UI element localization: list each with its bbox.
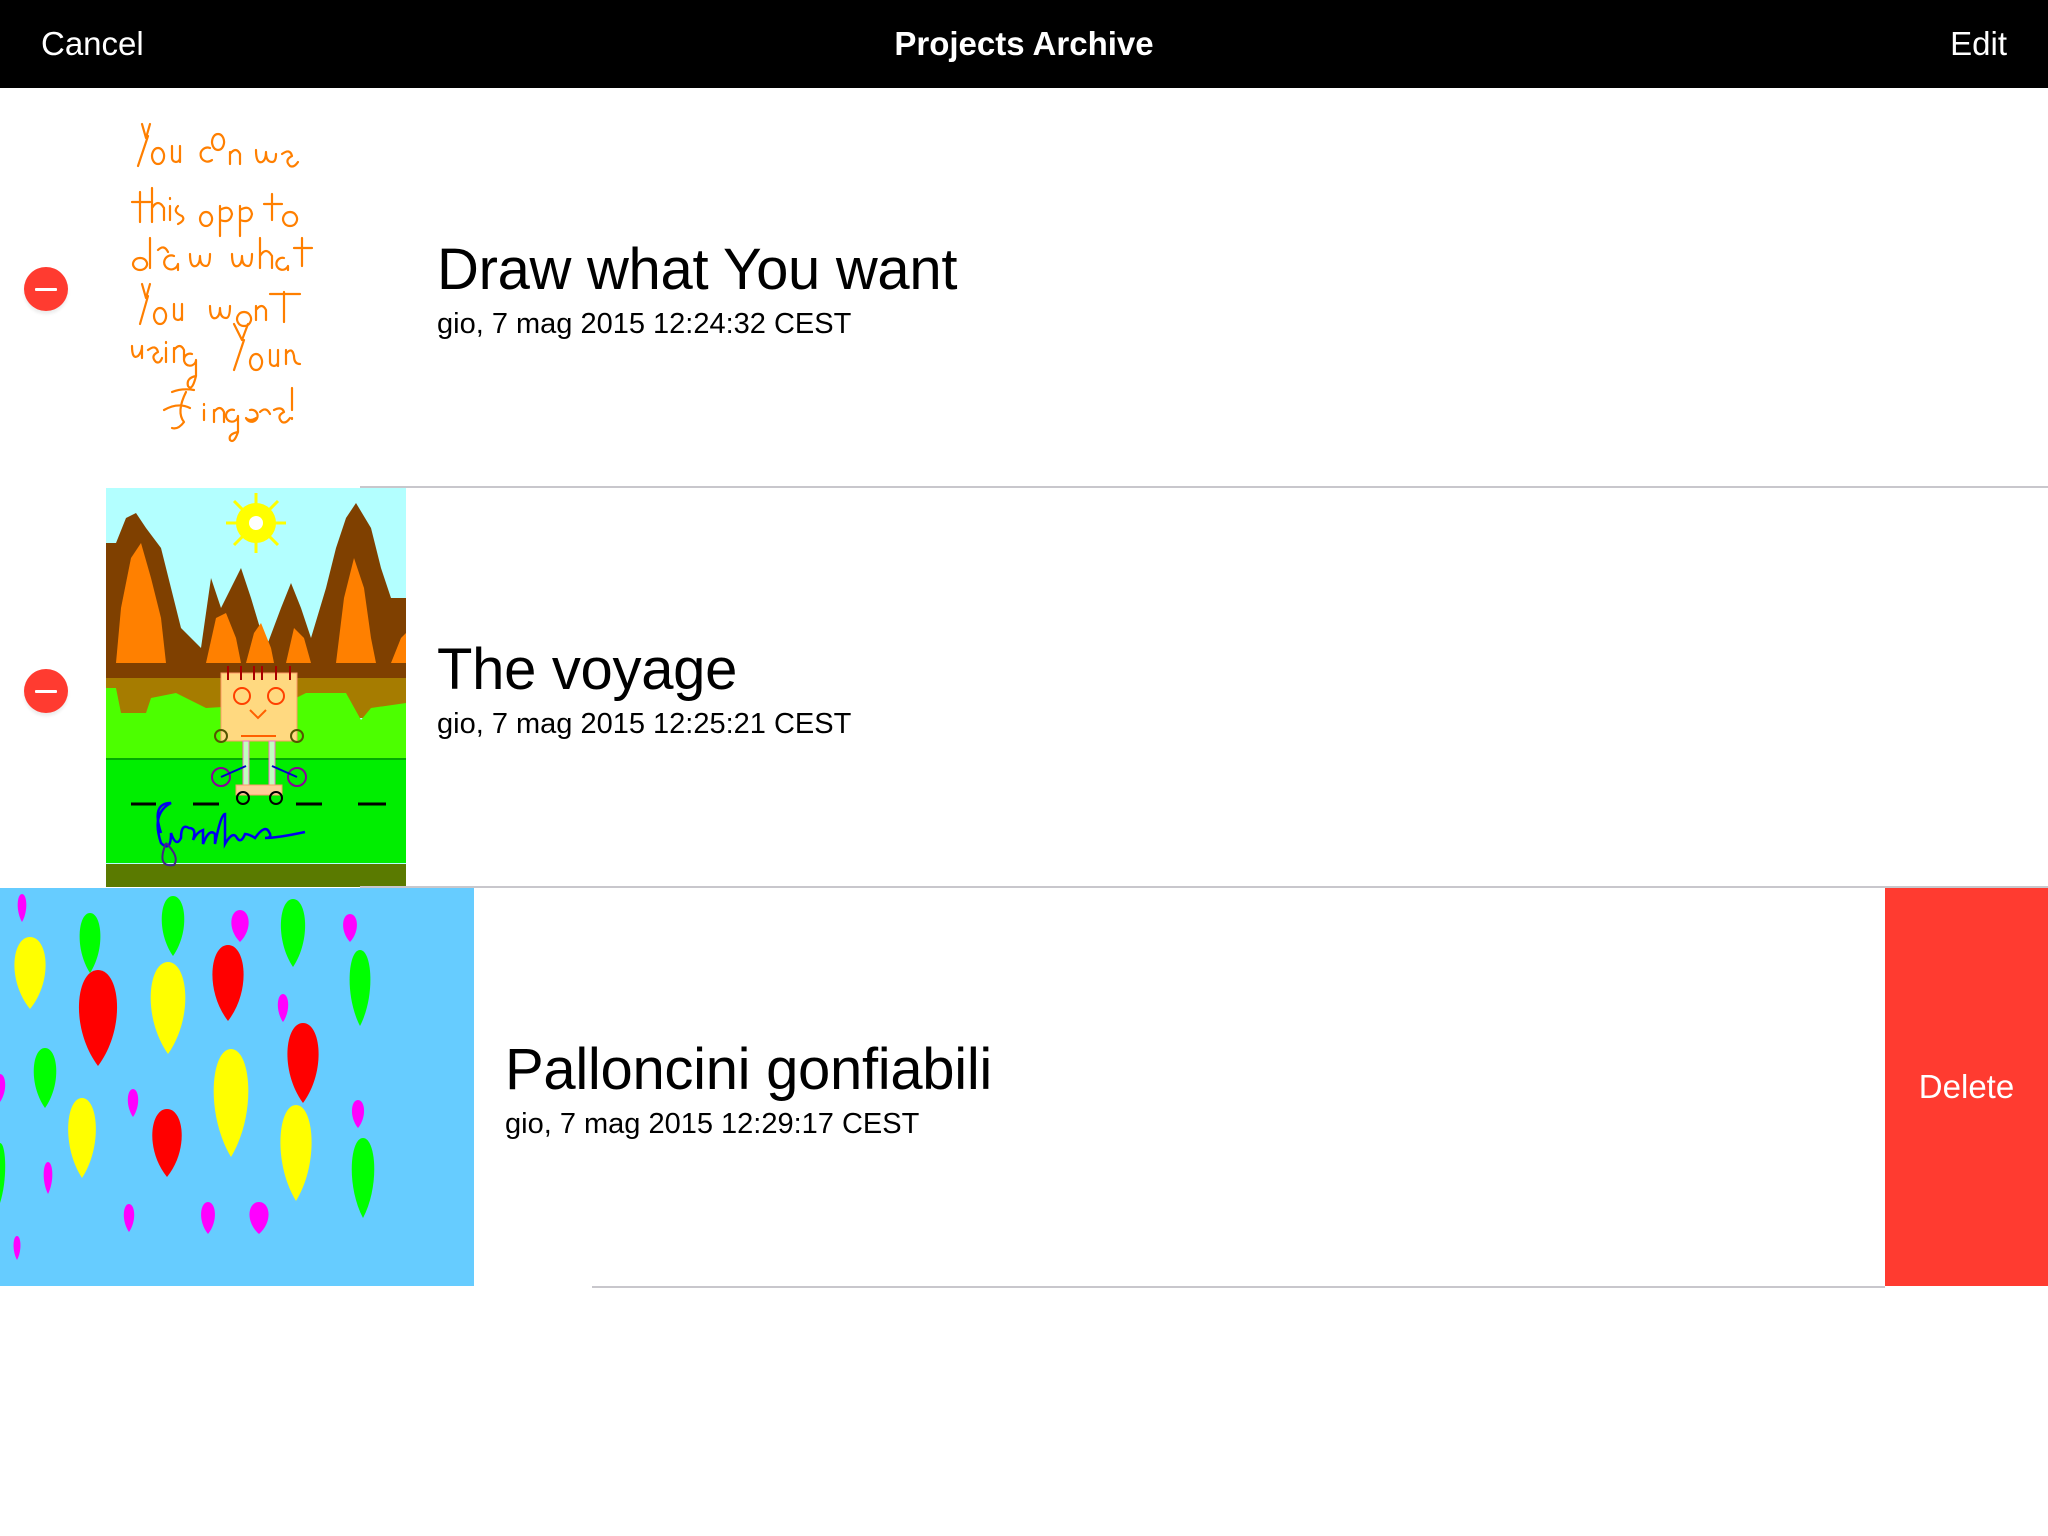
handwritten-note-image <box>106 88 406 487</box>
project-row[interactable]: Draw what You want gio, 7 mag 2015 12:24… <box>0 88 2048 488</box>
page-title: Projects Archive <box>894 25 1154 62</box>
project-row-swiped[interactable]: Palloncini gonfiabili gio, 7 mag 2015 12… <box>0 888 2048 1288</box>
balloons-image <box>0 888 474 1286</box>
project-date: gio, 7 mag 2015 12:24:32 CEST <box>437 308 852 340</box>
project-title: The voyage <box>437 637 738 702</box>
project-title: Palloncini gonfiabili <box>505 1037 993 1102</box>
row-separator <box>592 1286 1885 1288</box>
project-thumbnail <box>0 888 474 1286</box>
project-date: gio, 7 mag 2015 12:29:17 CEST <box>505 1108 920 1140</box>
navigation-bar: Cancel Projects Archive Edit <box>0 0 2048 88</box>
project-thumbnail <box>106 88 406 487</box>
minus-circle-icon[interactable] <box>24 669 68 713</box>
project-title: Draw what You want <box>437 237 958 302</box>
landscape-robot-image <box>106 488 406 887</box>
project-thumbnail <box>106 488 406 887</box>
project-row[interactable]: The voyage gio, 7 mag 2015 12:25:21 CEST <box>0 488 2048 888</box>
minus-circle-icon[interactable] <box>24 267 68 311</box>
project-date: gio, 7 mag 2015 12:25:21 CEST <box>437 708 852 740</box>
delete-button[interactable]: Delete <box>1885 888 2048 1286</box>
edit-button[interactable]: Edit <box>1950 0 2007 88</box>
